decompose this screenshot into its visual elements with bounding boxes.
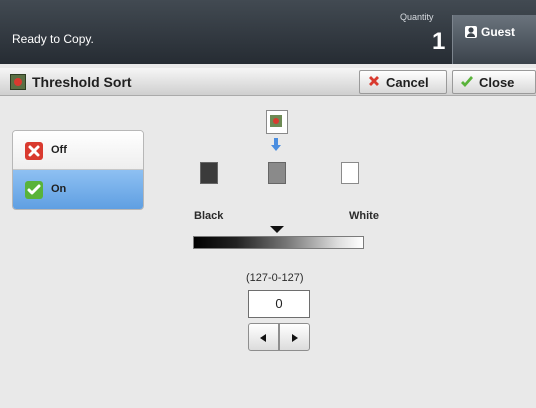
threshold-gradient-bar <box>193 236 364 249</box>
right-arrow-icon <box>292 334 298 342</box>
decrease-button[interactable] <box>248 323 279 351</box>
quantity-value: 1 <box>432 28 446 55</box>
cancel-label: Cancel <box>386 75 429 90</box>
white-label: White <box>349 210 379 222</box>
status-text: Ready to Copy. <box>12 32 94 46</box>
user-icon <box>465 26 477 38</box>
check-icon <box>461 76 473 87</box>
dark-image-icon <box>200 162 218 184</box>
page-title: Threshold Sort <box>32 74 132 90</box>
guest-label: Guest <box>481 25 516 39</box>
threshold-pointer-icon <box>270 226 284 233</box>
original-image-icon <box>266 110 288 134</box>
red-x-icon <box>369 76 379 86</box>
threshold-sort-icon <box>10 74 26 90</box>
close-label: Close <box>479 75 515 90</box>
range-text: (127-0-127) <box>246 272 304 284</box>
guest-button[interactable]: Guest <box>452 15 536 64</box>
option-list: Off On <box>12 130 144 210</box>
close-button[interactable]: Close <box>452 70 536 94</box>
check-icon <box>25 181 43 199</box>
option-on[interactable]: On <box>13 170 143 209</box>
increase-button[interactable] <box>279 323 310 351</box>
option-off-label: Off <box>51 144 67 156</box>
option-on-label: On <box>51 183 67 195</box>
threshold-value-field[interactable]: 0 <box>248 290 310 318</box>
black-label: Black <box>194 210 224 222</box>
light-image-icon <box>341 162 359 184</box>
option-off[interactable]: Off <box>13 131 143 170</box>
quantity-label: Quantity <box>400 12 434 22</box>
arrow-down-icon <box>271 138 281 151</box>
cancel-button[interactable]: Cancel <box>359 70 447 94</box>
left-arrow-icon <box>260 334 266 342</box>
red-x-icon <box>25 142 43 160</box>
top-status-bar: Ready to Copy. Quantity 1 Guest <box>0 0 536 64</box>
medium-image-icon <box>268 162 286 184</box>
